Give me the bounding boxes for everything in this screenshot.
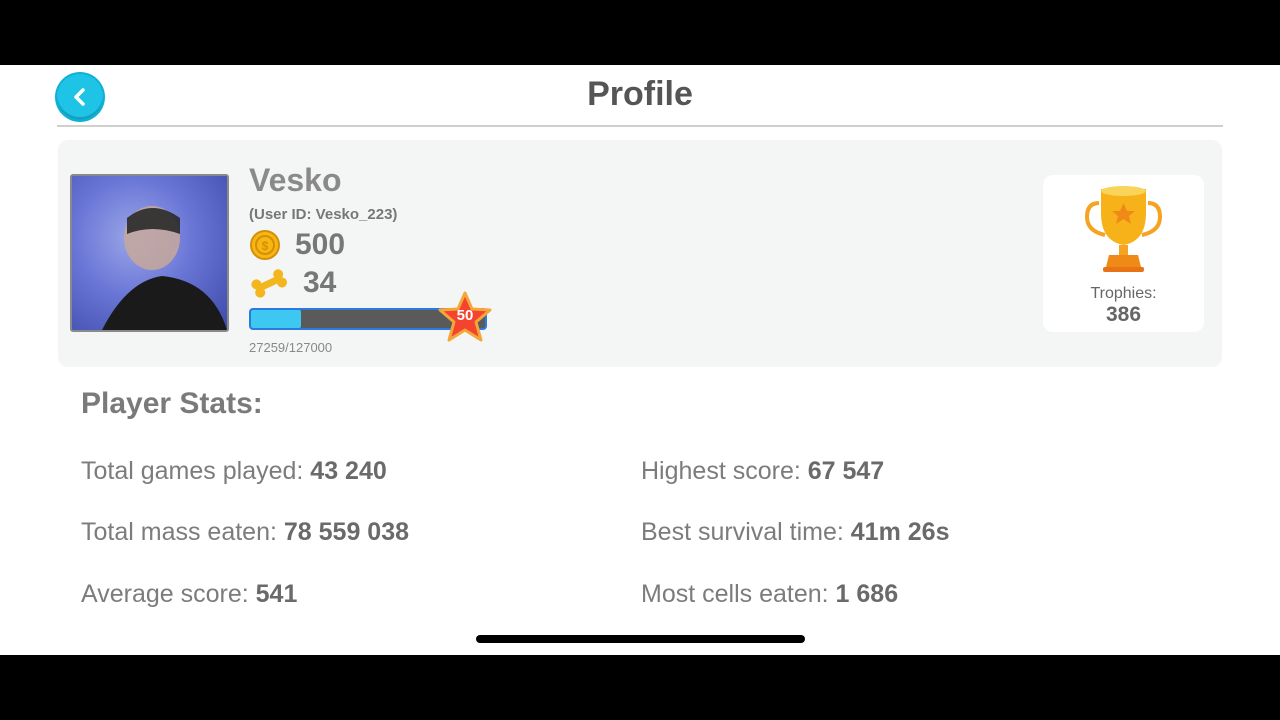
profile-screen: Profile Vesko (User ID: Vesko_223) $ 500: [0, 65, 1280, 655]
coin-icon: $: [250, 230, 280, 260]
svg-text:$: $: [262, 239, 269, 253]
coins-row: $ 500: [249, 228, 345, 262]
level-badge: 50: [437, 290, 493, 346]
player-stats-title: Player Stats:: [81, 387, 263, 420]
stat-label: Most cells eaten:: [641, 580, 836, 608]
trophy-box[interactable]: Trophies: 386: [1043, 175, 1204, 332]
level-value: 50: [456, 307, 474, 324]
player-name: Vesko: [249, 162, 342, 198]
bones-row: 34: [249, 266, 336, 300]
stat-highest-score: Highest score: 67 547: [641, 457, 884, 486]
user-id: (User ID: Vesko_223): [249, 206, 398, 223]
stat-best-survival: Best survival time: 41m 26s: [641, 518, 949, 547]
avatar[interactable]: [70, 174, 229, 332]
trophies-value: 386: [1105, 303, 1142, 326]
header-divider: [57, 125, 1223, 127]
stat-label: Total games played:: [81, 457, 311, 485]
top-letterbox: [0, 0, 1280, 65]
bone-icon: [251, 269, 287, 298]
stat-total-mass: Total mass eaten: 78 559 038: [81, 518, 409, 547]
trophy-icon: [1084, 186, 1163, 272]
stat-value: 67 547: [807, 457, 885, 485]
stat-label: Highest score:: [641, 457, 808, 485]
bones-value: 34: [303, 266, 337, 299]
stat-value: 78 559 038: [283, 518, 410, 546]
stat-label: Average score:: [81, 580, 256, 608]
page-title: Profile: [587, 75, 693, 113]
stat-total-games: Total games played: 43 240: [81, 457, 387, 486]
avatar-photo: [102, 206, 227, 330]
xp-fill: [251, 310, 302, 328]
bottom-letterbox: [0, 655, 1280, 720]
stat-average-score: Average score: 541: [81, 580, 297, 609]
stat-value: 1 686: [835, 580, 899, 608]
trophies-label: Trophies:: [1090, 285, 1157, 302]
stat-value: 43 240: [310, 457, 387, 485]
xp-text: 27259/127000: [249, 340, 333, 355]
coins-value: 500: [295, 228, 346, 261]
stat-value: 41m 26s: [850, 518, 950, 546]
stat-label: Best survival time:: [641, 518, 851, 546]
stat-most-cells: Most cells eaten: 1 686: [641, 580, 898, 609]
xp-progress: 50: [249, 291, 495, 342]
stat-value: 541: [255, 580, 298, 608]
home-indicator[interactable]: [476, 635, 805, 643]
stat-label: Total mass eaten:: [81, 518, 284, 546]
profile-card: Vesko (User ID: Vesko_223) $ 500 34 50 2…: [58, 140, 1222, 367]
